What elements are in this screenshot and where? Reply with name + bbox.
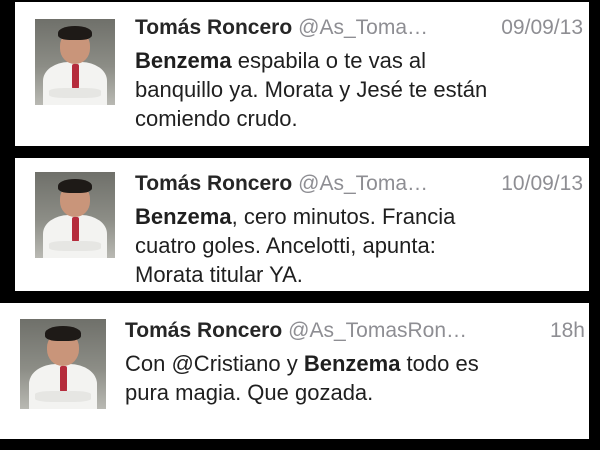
avatar-hair bbox=[58, 178, 92, 193]
tweet-card[interactable]: Tomás Roncero @As_TomasRon… 18h Con @Cris… bbox=[0, 303, 589, 439]
author-handle[interactable]: @As_TomasRon… bbox=[288, 319, 467, 342]
tweet-card[interactable]: Tomás Roncero @As_Toma… 09/09/13 Benzema … bbox=[15, 2, 589, 146]
avatar-hair bbox=[58, 25, 92, 40]
avatar[interactable] bbox=[35, 172, 115, 258]
tweet-line-rest: todo es bbox=[400, 351, 479, 376]
tweet-text: Con @Cristiano y Benzema todo es pura ma… bbox=[125, 349, 575, 407]
tweet-header: Tomás Roncero @As_Toma… 09/09/13 bbox=[135, 16, 583, 40]
tweet-card[interactable]: Tomás Roncero @As_Toma… 10/09/13 Benzema,… bbox=[15, 158, 589, 291]
avatar[interactable] bbox=[35, 19, 115, 105]
tweet-header: Tomás Roncero @As_TomasRon… 18h bbox=[125, 319, 585, 343]
tweet-line: banquillo ya. Morata y Jesé te están bbox=[135, 77, 488, 102]
tweet-line: comiendo crudo. bbox=[135, 106, 298, 131]
tweet-text: Benzema espabila o te vas al banquillo y… bbox=[135, 46, 575, 133]
tweet-line: Morata titular YA. bbox=[135, 262, 303, 287]
author-name[interactable]: Tomás Roncero bbox=[135, 16, 292, 39]
avatar-arms bbox=[35, 391, 91, 402]
author-name[interactable]: Tomás Roncero bbox=[135, 172, 292, 195]
mention-bold: Benzema bbox=[303, 351, 401, 376]
tweet-line: Con @Cristiano y Benzema todo es bbox=[125, 349, 575, 378]
tweet-date: 09/09/13 bbox=[501, 16, 583, 39]
tweet-line-rest: , cero minutos. Francia bbox=[231, 204, 456, 229]
avatar[interactable] bbox=[20, 319, 106, 409]
avatar-arms bbox=[49, 240, 101, 252]
tweet-line: pura magia. Que gozada. bbox=[125, 380, 374, 405]
tweet-date: 10/09/13 bbox=[501, 172, 583, 195]
author-handle[interactable]: @As_Toma… bbox=[298, 16, 428, 39]
mention-bold: Benzema bbox=[135, 48, 232, 73]
avatar-arms bbox=[49, 87, 101, 99]
tweet-line-rest: espabila o te vas al bbox=[231, 48, 427, 73]
tweet-line: Benzema espabila o te vas al bbox=[135, 46, 575, 75]
tweet-line: cuatro goles. Ancelotti, apunta: bbox=[135, 233, 436, 258]
mention-bold: Benzema bbox=[135, 204, 232, 229]
author-name[interactable]: Tomás Roncero bbox=[125, 319, 282, 342]
author-handle[interactable]: @As_Toma… bbox=[298, 172, 428, 195]
tweet-line-pre: Con @Cristiano y bbox=[125, 351, 304, 376]
tweet-header: Tomás Roncero @As_Toma… 10/09/13 bbox=[135, 172, 583, 196]
tweet-text: Benzema, cero minutos. Francia cuatro go… bbox=[135, 202, 575, 289]
tweet-line: Benzema, cero minutos. Francia bbox=[135, 202, 575, 231]
tweet-date: 18h bbox=[549, 319, 585, 342]
avatar-hair bbox=[44, 326, 82, 341]
